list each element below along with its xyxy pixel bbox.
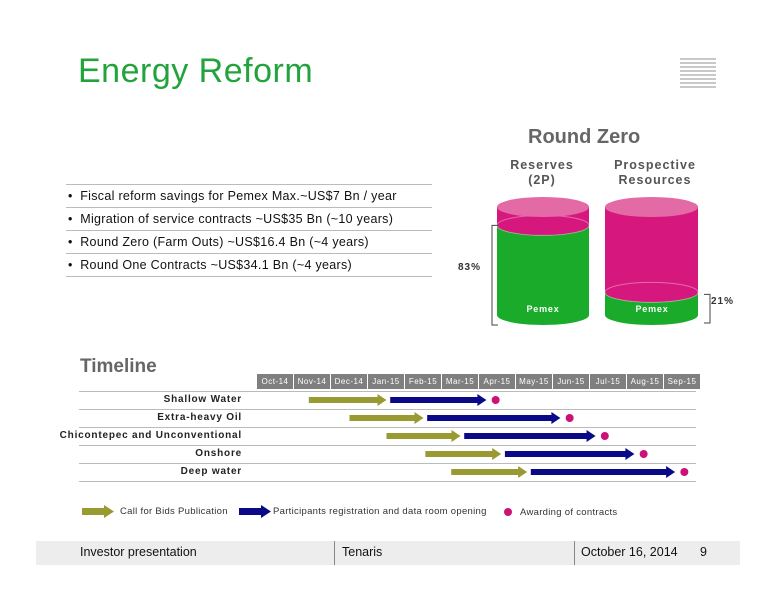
month-cell: Apr-15 [479, 374, 516, 389]
prospective-bracket [704, 293, 711, 324]
award-dot [600, 432, 609, 440]
timeline-row-label: Shallow Water [163, 394, 242, 405]
bullet-item: • Fiscal reform savings for Pemex Max.~U… [66, 184, 432, 207]
month-cell: Jan-15 [368, 374, 405, 389]
month-cell: Jun-15 [553, 374, 590, 389]
bullet-text: Migration of service contracts ~US$35 Bn… [80, 212, 394, 226]
award-dot [491, 396, 500, 404]
month-cell: Mar-15 [442, 374, 479, 389]
month-cell: Aug-15 [627, 374, 664, 389]
prospective-top [605, 197, 698, 217]
round-zero-title: Round Zero [528, 126, 641, 148]
registration-arrow [530, 466, 676, 478]
prospective-pemex-percent: 21% [711, 296, 735, 307]
month-cell: Sep-15 [664, 374, 701, 389]
footer-company: Tenaris [342, 545, 383, 559]
bullet-list: • Fiscal reform savings for Pemex Max.~U… [66, 184, 432, 277]
month-cell: May-15 [516, 374, 553, 389]
call-for-bids-arrow [425, 448, 502, 460]
award-dot [639, 450, 648, 458]
reserves-top [497, 197, 589, 217]
timeline-row-label: Extra-heavy Oil [157, 412, 242, 423]
call-for-bids-arrow [349, 412, 424, 424]
footer-bar: Investor presentation Tenaris October 16… [36, 541, 740, 565]
month-cell: Jul-15 [590, 374, 627, 389]
company-logo [680, 58, 716, 92]
footer-date: October 16, 2014 [581, 545, 678, 559]
award-dot [565, 414, 574, 422]
call-for-bids-arrow [451, 466, 528, 478]
registration-arrow-icon [239, 505, 271, 518]
footer-divider [334, 541, 335, 565]
timeline-row-label: Chicontepec and Unconventional [59, 430, 242, 441]
registration-arrow [464, 430, 596, 442]
registration-arrow [504, 448, 635, 460]
month-cell: Feb-15 [405, 374, 442, 389]
legend-call-label: Call for Bids Publication [120, 506, 228, 517]
reserves-pemex-percent: 83% [458, 262, 482, 273]
page-number: 9 [700, 545, 707, 559]
prospective-label-line2: Resources [618, 173, 692, 187]
bullet-text: Round One Contracts ~US$34.1 Bn (~4 year… [80, 258, 353, 272]
month-cell: Dec-14 [331, 374, 368, 389]
legend-registration-label: Participants registration and data room … [273, 506, 487, 517]
timeline-title: Timeline [80, 356, 157, 377]
bullet-item: • Round Zero (Farm Outs) ~US$16.4 Bn (~4… [66, 230, 432, 253]
reserves-header: Reserves (2P) [500, 158, 584, 188]
bullet-text: Fiscal reform savings for Pemex Max.~US$… [80, 189, 397, 203]
bullet-item: • Round One Contracts ~US$34.1 Bn (~4 ye… [66, 253, 432, 277]
reserves-label-line1: Reserves [510, 158, 574, 172]
award-dot [680, 468, 689, 476]
registration-arrow [390, 394, 487, 406]
prospective-header: Prospective Resources [605, 158, 705, 188]
registration-arrow [427, 412, 561, 424]
call-arrow-icon [82, 505, 114, 518]
award-dot-icon [504, 508, 512, 516]
timeline-row-label: Deep water [180, 466, 242, 477]
round-zero-cylinders [491, 197, 711, 326]
reserves-pemex-label: Pemex [526, 304, 560, 314]
row-divider [79, 481, 696, 482]
timeline-row-label: Onshore [195, 448, 242, 459]
month-cell: Nov-14 [294, 374, 331, 389]
bullet-text: Round Zero (Farm Outs) ~US$16.4 Bn (~4 y… [80, 235, 369, 249]
month-cell: Oct-14 [257, 374, 294, 389]
legend-award-label: Awarding of contracts [520, 507, 618, 518]
reserves-label-line2: (2P) [528, 173, 556, 187]
prospective-pemex-label: Pemex [635, 304, 669, 314]
footer-left-text: Investor presentation [80, 545, 197, 559]
prospective-label-line1: Prospective [614, 158, 696, 172]
page-title: Energy Reform [78, 52, 314, 90]
call-for-bids-arrow [308, 394, 387, 406]
call-for-bids-arrow [386, 430, 461, 442]
timeline-arrows [308, 394, 689, 478]
bullet-item: • Migration of service contracts ~US$35 … [66, 207, 432, 230]
footer-divider [574, 541, 575, 565]
prospective-other-segment [605, 207, 698, 303]
